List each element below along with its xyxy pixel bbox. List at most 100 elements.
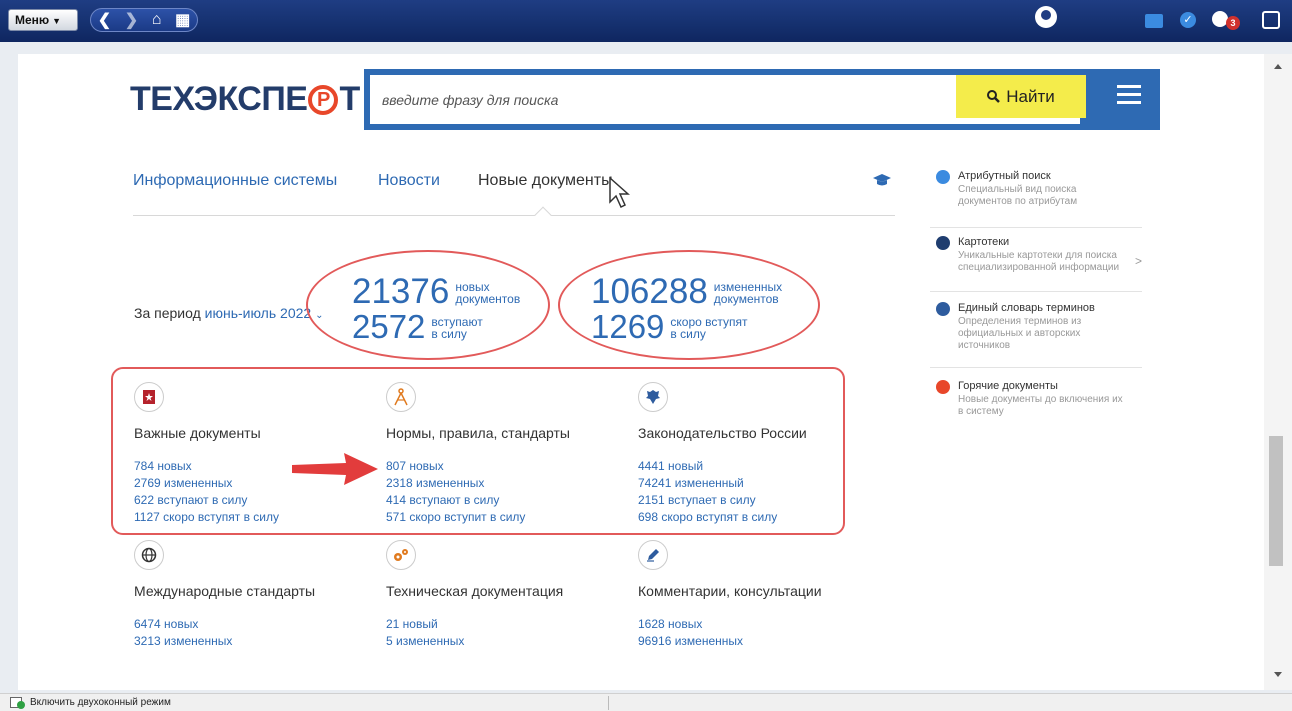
grid-icon[interactable]: ▦ bbox=[175, 10, 190, 30]
chat-icon[interactable] bbox=[1262, 11, 1280, 29]
category-important-documents[interactable]: Важные документы 784 новых 2769 измененн… bbox=[134, 382, 279, 526]
category-link[interactable]: 96916 измененных bbox=[638, 633, 822, 650]
red-arrow-icon bbox=[292, 453, 378, 485]
sidebar-item-title: Атрибутный поиск bbox=[958, 170, 1051, 182]
sidebar-item-attribute-search[interactable]: Атрибутный поиск Специальный вид поиска д… bbox=[930, 170, 1142, 228]
user-icon[interactable] bbox=[1035, 6, 1057, 28]
stat-in-force[interactable]: 2572 вступают в силу bbox=[352, 310, 483, 343]
category-link[interactable]: 2318 измененных bbox=[386, 475, 570, 492]
menu-label: Меню bbox=[15, 13, 50, 27]
category-link[interactable]: 622 вступают в силу bbox=[134, 492, 279, 509]
search-bar: Найти bbox=[364, 69, 1160, 130]
graduation-cap-icon[interactable] bbox=[873, 174, 891, 186]
sidebar-item-title: Картотеки bbox=[958, 236, 1010, 248]
stat-changed-documents[interactable]: 106288 измененных документов bbox=[591, 272, 783, 311]
category-link[interactable]: 74241 измененный bbox=[638, 475, 807, 492]
category-link[interactable]: 1127 скоро вступят в силу bbox=[134, 509, 279, 526]
nav-controls: ❮ ❯ ⌂ ▦ bbox=[90, 8, 198, 32]
logo: ТЕХЭКСПЕ Р Т bbox=[130, 80, 360, 119]
folder-icon[interactable] bbox=[1145, 14, 1163, 28]
stat-label: вступают в силу bbox=[431, 315, 483, 341]
category-russian-legislation[interactable]: Законодательство России 4441 новый 74241… bbox=[638, 382, 807, 526]
compass-icon bbox=[386, 382, 416, 412]
sidebar-item-title: Единый словарь терминов bbox=[958, 302, 1095, 314]
hot-document-icon bbox=[936, 380, 950, 394]
active-tab-indicator bbox=[534, 206, 552, 224]
home-icon[interactable]: ⌂ bbox=[152, 11, 162, 29]
category-link[interactable]: 414 вступают в силу bbox=[386, 492, 570, 509]
tab-information-systems[interactable]: Информационные системы bbox=[133, 172, 337, 190]
scroll-thumb[interactable] bbox=[1269, 436, 1283, 566]
notification-badge: 3 bbox=[1226, 16, 1240, 30]
category-link[interactable]: 2769 измененных bbox=[134, 475, 279, 492]
category-title: Международные стандарты bbox=[134, 583, 316, 599]
tab-new-documents[interactable]: Новые документы bbox=[478, 172, 613, 190]
clock-check-icon[interactable]: ✓ bbox=[1180, 12, 1196, 28]
pen-icon bbox=[638, 540, 668, 570]
stat-label: измененных документов bbox=[713, 280, 783, 306]
main-panel: ТЕХЭКСПЕРТ Найти Информационные системы … bbox=[18, 54, 1264, 690]
nav-tabs: Информационные системы Новости Новые док… bbox=[133, 172, 895, 224]
dual-window-toggle[interactable]: Включить двухоконный режим bbox=[30, 697, 171, 708]
scroll-down-icon[interactable] bbox=[1274, 672, 1282, 677]
stat-number: 106288 bbox=[591, 272, 708, 311]
category-link[interactable]: 807 новых bbox=[386, 458, 570, 475]
stat-new-documents[interactable]: 21376 новых документов bbox=[352, 274, 520, 309]
category-title: Законодательство России bbox=[638, 425, 807, 441]
menu-button[interactable]: Меню ▼ bbox=[8, 9, 78, 31]
chevron-down-icon: ⌄ bbox=[315, 310, 324, 321]
sidebar-item-desc: Определения терминов из официальных и авт… bbox=[958, 316, 1082, 351]
dictionary-icon bbox=[936, 302, 950, 316]
vertical-scrollbar[interactable] bbox=[1264, 54, 1292, 690]
logo-r: Р bbox=[308, 84, 339, 115]
scroll-up-icon[interactable] bbox=[1274, 64, 1282, 69]
attribute-search-icon bbox=[936, 170, 950, 184]
category-link[interactable]: 4441 новый bbox=[638, 458, 807, 475]
find-label: Найти bbox=[1006, 86, 1055, 106]
category-link[interactable]: 571 скоро вступит в силу bbox=[386, 509, 570, 526]
stat-number: 1269 bbox=[591, 308, 665, 345]
find-button[interactable]: Найти bbox=[956, 75, 1086, 118]
hamburger-menu-icon[interactable] bbox=[1117, 85, 1141, 105]
sidebar-item-title: Горячие документы bbox=[958, 380, 1058, 392]
sidebar-item-desc: Новые документы до включения их в систему bbox=[958, 394, 1123, 417]
emblem-icon bbox=[638, 382, 668, 412]
sidebar-item-card-files[interactable]: Картотеки Уникальные картотеки для поиск… bbox=[930, 236, 1142, 292]
forward-icon[interactable]: ❯ bbox=[125, 10, 138, 30]
gears-icon bbox=[386, 540, 416, 570]
card-file-icon bbox=[936, 236, 950, 250]
top-toolbar: Меню ▼ ❮ ❯ ⌂ ▦ ✓ 3 bbox=[0, 0, 1292, 42]
category-norms-standards[interactable]: Нормы, правила, стандарты 807 новых 2318… bbox=[386, 382, 570, 526]
globe-icon bbox=[134, 540, 164, 570]
category-link[interactable]: 21 новый bbox=[386, 616, 563, 633]
chevron-down-icon: ▼ bbox=[52, 16, 62, 26]
logo-text: ТЕХЭКСПЕ bbox=[130, 80, 308, 118]
mouse-cursor-icon bbox=[609, 176, 630, 209]
period-selector[interactable]: За период июнь-июль 2022 ⌄ bbox=[134, 305, 323, 321]
sidebar-item-hot-documents[interactable]: Горячие документы Новые документы до вкл… bbox=[930, 380, 1142, 424]
bookmark-icon bbox=[134, 382, 164, 412]
sidebar-item-term-dictionary[interactable]: Единый словарь терминов Определения терм… bbox=[930, 302, 1142, 368]
tab-news[interactable]: Новости bbox=[378, 172, 440, 190]
sidebar-item-desc: Специальный вид поиска документов по атри… bbox=[958, 184, 1078, 207]
category-link[interactable]: 1628 новых bbox=[638, 616, 822, 633]
category-title: Важные документы bbox=[134, 425, 261, 441]
period-label: За период bbox=[134, 305, 201, 321]
category-link[interactable]: 698 скоро вступят в силу bbox=[638, 509, 807, 526]
stat-number: 2572 bbox=[352, 308, 426, 345]
back-icon[interactable]: ❮ bbox=[98, 10, 111, 30]
chevron-right-icon: > bbox=[1135, 254, 1143, 268]
category-link[interactable]: 784 новых bbox=[134, 458, 279, 475]
category-technical-documentation[interactable]: Техническая документация 21 новый 5 изме… bbox=[386, 540, 563, 650]
category-link[interactable]: 2151 вступает в силу bbox=[638, 492, 807, 509]
stat-soon-in-force[interactable]: 1269 скоро вступят в силу bbox=[591, 310, 748, 343]
search-icon bbox=[987, 90, 1001, 103]
category-title: Техническая документация bbox=[386, 583, 564, 599]
category-comments-consultations[interactable]: Комментарии, консультации 1628 новых 969… bbox=[638, 540, 822, 650]
period-value: июнь-июль 2022 bbox=[204, 305, 312, 321]
category-link[interactable]: 3213 измененных bbox=[134, 633, 315, 650]
category-international-standards[interactable]: Международные стандарты 6474 новых 3213 … bbox=[134, 540, 315, 650]
category-link[interactable]: 5 измененных bbox=[386, 633, 563, 650]
category-title: Нормы, правила, стандарты bbox=[386, 425, 570, 441]
category-link[interactable]: 6474 новых bbox=[134, 616, 315, 633]
